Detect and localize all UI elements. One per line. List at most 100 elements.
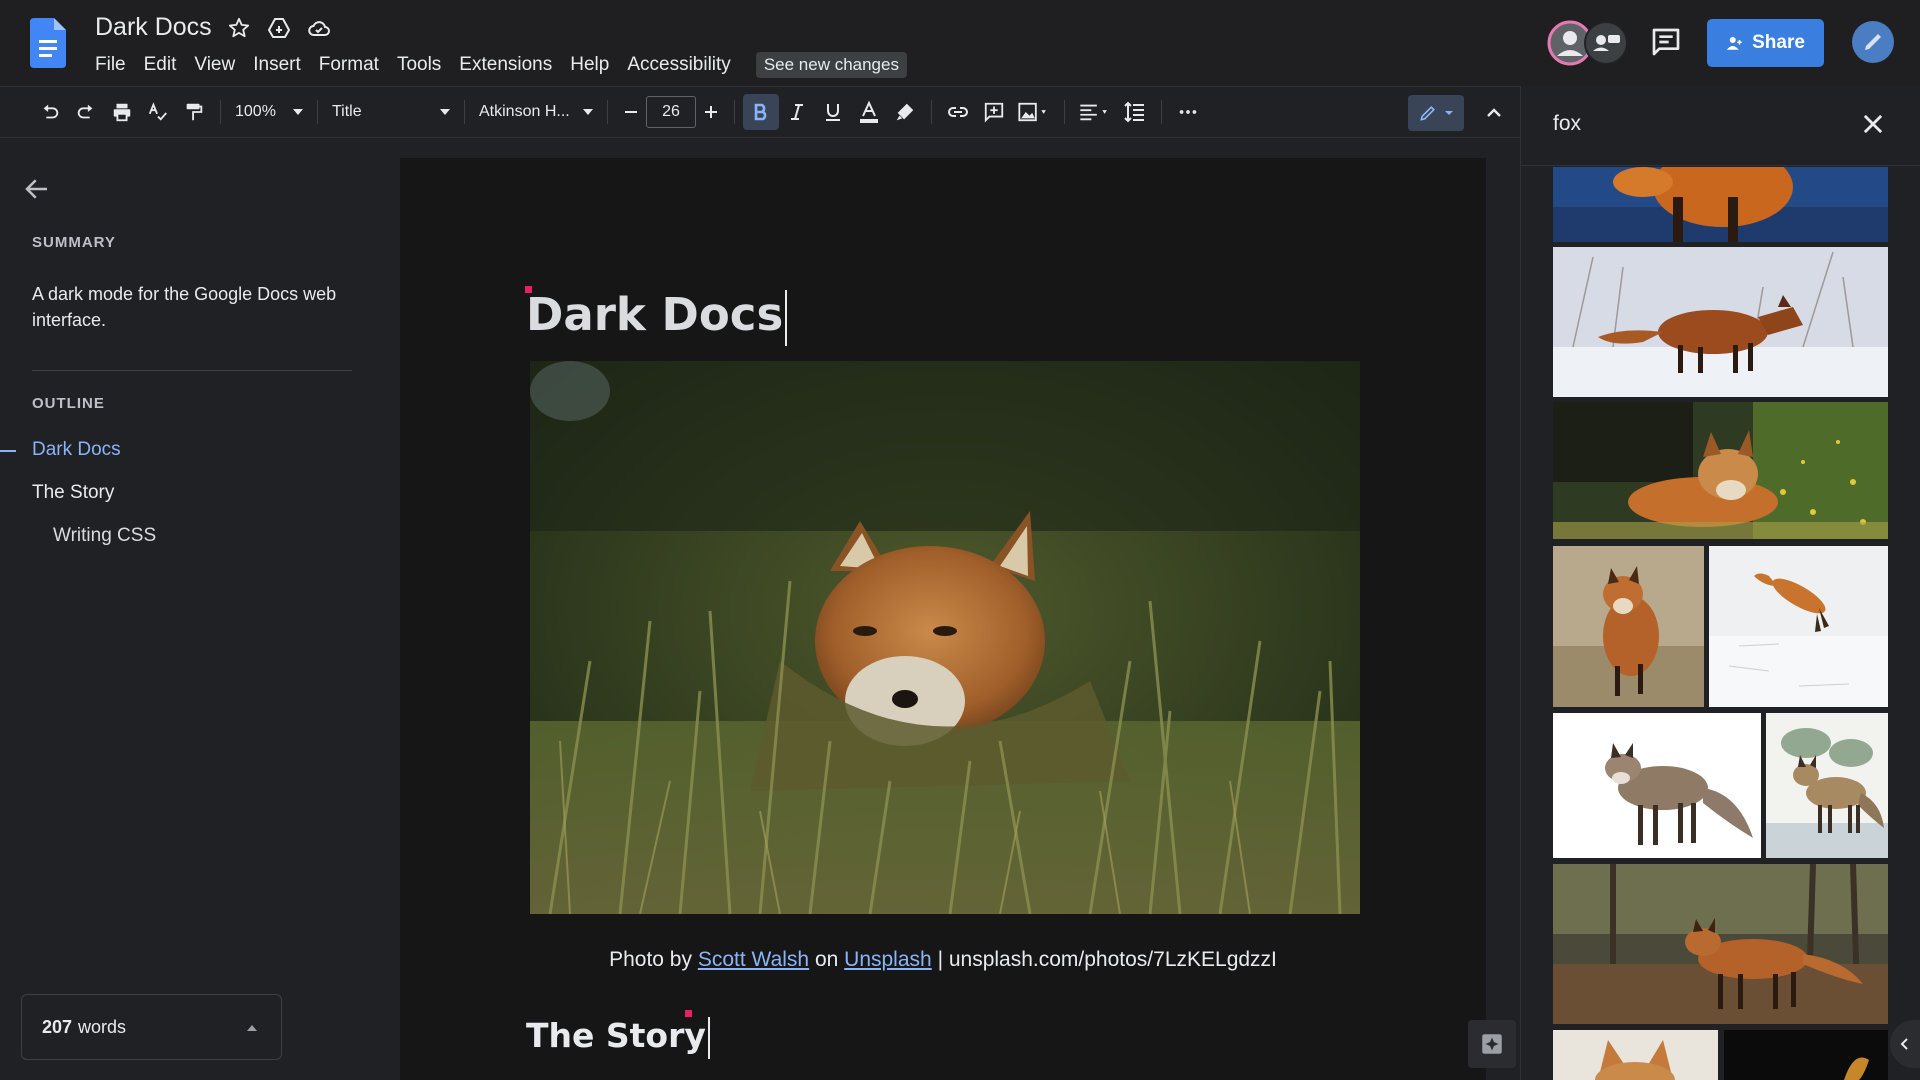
toolbar-divider bbox=[220, 100, 221, 124]
insert-link-icon[interactable] bbox=[940, 94, 976, 130]
image-result-thumbnail[interactable] bbox=[1553, 167, 1888, 242]
zoom-value: 100% bbox=[235, 103, 276, 120]
image-search-panel: fox bbox=[1520, 86, 1920, 1080]
increase-font-size-icon[interactable] bbox=[696, 94, 726, 130]
account-avatar[interactable] bbox=[1852, 21, 1894, 63]
star-icon[interactable] bbox=[226, 15, 252, 41]
docs-logo-icon[interactable] bbox=[30, 18, 66, 68]
text-color-icon[interactable] bbox=[851, 94, 887, 130]
italic-icon[interactable] bbox=[779, 94, 815, 130]
image-result-thumbnail[interactable] bbox=[1553, 247, 1888, 397]
move-to-drive-icon[interactable] bbox=[266, 15, 292, 41]
sidebar-divider bbox=[32, 370, 352, 371]
menu-insert[interactable]: Insert bbox=[244, 52, 310, 78]
chevron-left-icon bbox=[1900, 1038, 1908, 1050]
panel-divider bbox=[1521, 165, 1920, 166]
line-spacing-icon[interactable] bbox=[1117, 94, 1153, 130]
collaborator-avatars[interactable] bbox=[1546, 20, 1630, 66]
highlight-color-icon[interactable] bbox=[887, 94, 923, 130]
caption-on: on bbox=[814, 948, 839, 971]
image-result-thumbnail[interactable] bbox=[1553, 402, 1888, 539]
image-result-thumbnail[interactable] bbox=[1724, 1030, 1888, 1080]
image-result-thumbnail[interactable] bbox=[1553, 546, 1704, 707]
paragraph-style-select[interactable]: Title bbox=[326, 94, 456, 130]
decrease-font-size-icon[interactable] bbox=[616, 94, 646, 130]
comment-history-icon[interactable] bbox=[1650, 26, 1682, 58]
fox-photo[interactable] bbox=[530, 361, 1360, 914]
chevron-down-icon bbox=[1445, 111, 1453, 115]
outline-item-writing-css[interactable]: Writing CSS bbox=[53, 525, 156, 547]
underline-icon[interactable] bbox=[815, 94, 851, 130]
image-search-query[interactable]: fox bbox=[1553, 112, 1581, 136]
share-label: Share bbox=[1752, 32, 1805, 53]
back-arrow-icon[interactable] bbox=[22, 174, 52, 204]
cloud-saved-icon[interactable] bbox=[306, 15, 332, 41]
add-comment-icon[interactable] bbox=[976, 94, 1012, 130]
outline-item-the-story[interactable]: The Story bbox=[32, 482, 114, 504]
menu-accessibility[interactable]: Accessibility bbox=[618, 52, 739, 78]
summary-text[interactable]: A dark mode for the Google Docs web inte… bbox=[32, 281, 342, 333]
style-value: Title bbox=[332, 103, 362, 120]
chevron-down-icon bbox=[583, 109, 593, 115]
image-result-thumbnail[interactable] bbox=[1553, 1030, 1718, 1080]
menu-tools[interactable]: Tools bbox=[388, 52, 450, 78]
print-icon[interactable] bbox=[104, 94, 140, 130]
menu-file[interactable]: File bbox=[86, 52, 135, 78]
chevron-down-icon bbox=[293, 109, 303, 115]
text-cursor bbox=[785, 290, 788, 346]
menu-extensions[interactable]: Extensions bbox=[450, 52, 561, 78]
image-result-thumbnail[interactable] bbox=[1553, 713, 1761, 858]
close-icon[interactable] bbox=[1859, 110, 1887, 138]
outline-active-marker bbox=[0, 450, 16, 452]
toolbar-divider bbox=[607, 100, 608, 124]
summary-label: SUMMARY bbox=[32, 234, 116, 251]
editing-mode-button[interactable] bbox=[1408, 95, 1464, 131]
font-select[interactable]: Atkinson H... bbox=[473, 94, 599, 130]
toolbar-divider bbox=[734, 100, 735, 124]
toolbar-divider bbox=[317, 100, 318, 124]
heading-title-text: Dark Docs bbox=[526, 288, 784, 341]
explore-button[interactable] bbox=[1468, 1020, 1516, 1068]
chevron-down-icon bbox=[440, 109, 450, 115]
document-heading-title[interactable]: Dark Docs bbox=[526, 288, 788, 346]
formatting-toolbar: 100% Title Atkinson H... 26 bbox=[0, 86, 1520, 138]
menu-view[interactable]: View bbox=[185, 52, 244, 78]
outline-item-dark-docs[interactable]: Dark Docs bbox=[32, 439, 121, 461]
image-result-thumbnail[interactable] bbox=[1553, 864, 1888, 1024]
menu-edit[interactable]: Edit bbox=[135, 52, 186, 78]
toolbar-divider bbox=[931, 100, 932, 124]
menu-bar: File Edit View Insert Format Tools Exten… bbox=[86, 52, 907, 78]
align-icon[interactable] bbox=[1073, 94, 1117, 130]
toolbar-divider bbox=[1064, 100, 1065, 124]
menu-format[interactable]: Format bbox=[310, 52, 388, 78]
redo-icon[interactable] bbox=[68, 94, 104, 130]
pencil-icon bbox=[1420, 105, 1436, 121]
insert-image-icon[interactable] bbox=[1012, 94, 1056, 130]
text-cursor bbox=[707, 1016, 710, 1059]
word-count-widget[interactable]: 207 words bbox=[21, 994, 282, 1060]
bold-icon[interactable] bbox=[743, 94, 779, 130]
spellcheck-icon[interactable] bbox=[140, 94, 176, 130]
outline-label: OUTLINE bbox=[32, 395, 105, 412]
image-result-thumbnail[interactable] bbox=[1766, 713, 1888, 858]
image-result-thumbnail[interactable] bbox=[1709, 546, 1888, 707]
word-count-number: 207 bbox=[42, 1016, 73, 1037]
more-options-icon[interactable] bbox=[1170, 94, 1206, 130]
menu-help[interactable]: Help bbox=[561, 52, 618, 78]
share-button[interactable]: Share bbox=[1707, 19, 1824, 67]
caption-site-link[interactable]: Unsplash bbox=[844, 948, 932, 971]
see-new-changes-button[interactable]: See new changes bbox=[755, 52, 907, 78]
avatar-pen-icon bbox=[1865, 34, 1881, 50]
photo-caption: Photo by Scott Walsh on Unsplash | unspl… bbox=[400, 948, 1486, 972]
document-title[interactable]: Dark Docs bbox=[95, 13, 212, 42]
document-page[interactable]: Dark Docs Photo by Scott Walsh on Unspla… bbox=[400, 158, 1486, 1080]
caption-author-link[interactable]: Scott Walsh bbox=[698, 948, 809, 971]
paint-format-icon[interactable] bbox=[176, 94, 212, 130]
undo-icon[interactable] bbox=[32, 94, 68, 130]
google-docs-app: Dark Docs File Edit View Insert Format T… bbox=[0, 0, 1920, 1080]
hide-menus-icon[interactable] bbox=[1478, 97, 1510, 129]
zoom-select[interactable]: 100% bbox=[229, 94, 309, 130]
font-size-input[interactable]: 26 bbox=[646, 96, 696, 128]
document-heading-story[interactable]: The Story bbox=[526, 1016, 710, 1059]
document-outline-sidebar: SUMMARY A dark mode for the Google Docs … bbox=[0, 138, 400, 1080]
